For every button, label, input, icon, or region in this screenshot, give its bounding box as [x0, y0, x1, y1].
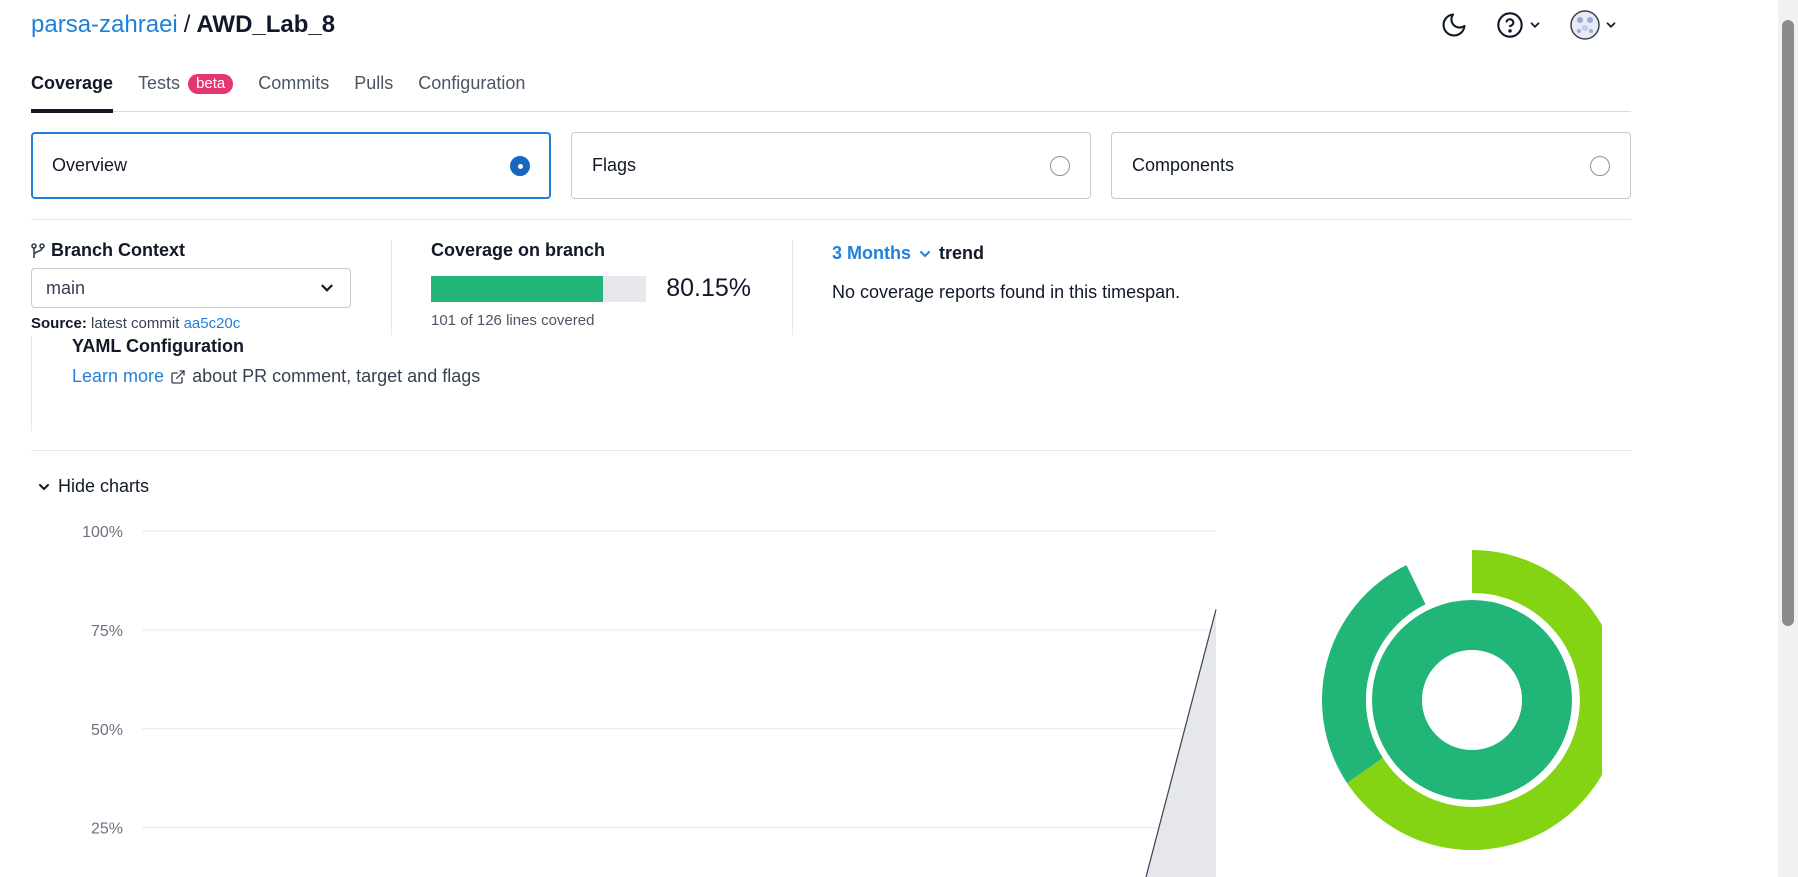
coverage-chart: 100% 75% 50% 25% — [82, 524, 1217, 877]
trend-header: 3 Months trend — [832, 243, 1180, 264]
tab-label: Tests — [138, 73, 181, 93]
source-info: Source: latest commit aa5c20c — [31, 315, 351, 332]
commit-link[interactable]: aa5c20c — [184, 315, 241, 332]
page: parsa-zahraei / AWD_Lab_8 Coverage Tests… — [31, 0, 1631, 877]
external-link-icon — [171, 369, 185, 384]
branch-context-label: Branch Context — [51, 240, 186, 260]
y-tick-label: 75% — [91, 623, 123, 640]
hide-charts-label: Hide charts — [58, 476, 150, 496]
divider — [31, 450, 1631, 451]
trend-suffix: trend — [939, 243, 984, 263]
source-label: Source: — [31, 315, 87, 332]
avatar — [1570, 10, 1600, 40]
flags-option[interactable]: Flags — [571, 132, 1091, 199]
tab-coverage[interactable]: Coverage — [31, 70, 114, 113]
yaml-text: about PR comment, target and flags — [192, 366, 481, 386]
lines-covered: 101 of 126 lines covered — [431, 312, 595, 329]
option-label: Components — [1132, 155, 1235, 175]
tab-label: Pulls — [354, 73, 394, 93]
divider — [31, 219, 1631, 220]
chevron-down-icon — [1530, 22, 1540, 28]
beta-badge: beta — [188, 74, 234, 94]
y-tick-label: 50% — [91, 722, 123, 739]
components-option[interactable]: Components — [1111, 132, 1631, 199]
moon-icon — [1442, 13, 1466, 37]
tab-configuration[interactable]: Configuration — [418, 70, 525, 112]
divider — [391, 240, 392, 335]
repo-name: AWD_Lab_8 — [196, 11, 336, 38]
radio-unselected[interactable] — [1050, 155, 1070, 176]
scrollbar[interactable] — [1778, 0, 1798, 877]
coverage-row: 80.15% — [431, 274, 751, 303]
chevron-down-icon — [39, 483, 49, 490]
chevron-down-icon — [920, 250, 930, 257]
branch-select[interactable]: main — [31, 268, 351, 308]
repo-tabs: Coverage Tests beta Commits Pulls Configu… — [31, 70, 1631, 113]
tab-commits[interactable]: Commits — [258, 70, 329, 112]
option-label: Overview — [52, 155, 128, 175]
trend-message: No coverage reports found in this timesp… — [832, 282, 1181, 302]
theme-toggle-button[interactable] — [1440, 11, 1468, 39]
branch-context-title: Branch Context — [31, 240, 351, 261]
yaml-configuration: YAML Configuration Learn more about PR c… — [72, 336, 480, 387]
divider — [31, 336, 32, 431]
branch-context: Branch Context main Source: latest commi… — [31, 240, 351, 332]
scrollbar-thumb[interactable] — [1782, 20, 1794, 626]
radio-unselected[interactable] — [1590, 155, 1610, 176]
coverage-sunburst-chart — [1322, 550, 1602, 850]
coverage-title: Coverage on branch — [431, 240, 606, 260]
tab-label: Commits — [258, 73, 330, 93]
tab-tests[interactable]: Tests beta — [138, 70, 234, 112]
yaml-description: Learn more about PR comment, target and … — [72, 366, 480, 387]
help-dropdown[interactable] — [1496, 11, 1542, 39]
coverage-on-branch: Coverage on branch 80.15% 101 of 126 lin… — [431, 240, 751, 329]
chevron-down-icon — [1606, 22, 1616, 28]
chevron-down-icon — [321, 284, 333, 292]
git-branch-icon — [31, 242, 45, 258]
trend-range-dropdown[interactable]: 3 Months — [832, 243, 933, 264]
trend-section: 3 Months trend No coverage reports found… — [832, 243, 1180, 303]
trend-range: 3 Months — [832, 243, 911, 263]
coverage-percent: 80.15% — [666, 274, 751, 302]
view-selector: Overview Flags Components — [31, 132, 1631, 199]
coverage-progress-fill — [431, 275, 604, 302]
radio-selected[interactable] — [510, 155, 530, 176]
divider — [792, 240, 793, 335]
option-label: Flags — [592, 155, 637, 175]
header-actions — [1440, 10, 1618, 40]
breadcrumb: parsa-zahraei / AWD_Lab_8 — [31, 11, 335, 39]
hide-charts-toggle[interactable]: Hide charts — [36, 476, 149, 497]
branch-select-value: main — [46, 277, 86, 298]
owner-link[interactable]: parsa-zahraei — [31, 11, 178, 39]
coverage-progress-bar — [431, 275, 647, 302]
tab-label: Configuration — [418, 73, 526, 93]
breadcrumb-separator: / — [183, 11, 191, 38]
sunburst-center — [1422, 650, 1522, 750]
help-circle-icon — [1497, 12, 1523, 38]
overview-option[interactable]: Overview — [31, 132, 551, 199]
tab-label: Coverage — [31, 73, 114, 93]
y-tick-label: 25% — [91, 821, 123, 838]
tab-pulls[interactable]: Pulls — [354, 70, 393, 112]
y-tick-label: 100% — [82, 524, 123, 541]
learn-more-link[interactable]: Learn more — [72, 366, 164, 387]
user-menu[interactable] — [1570, 10, 1618, 40]
yaml-title: YAML Configuration — [72, 336, 244, 356]
source-text: latest commit — [91, 315, 180, 332]
